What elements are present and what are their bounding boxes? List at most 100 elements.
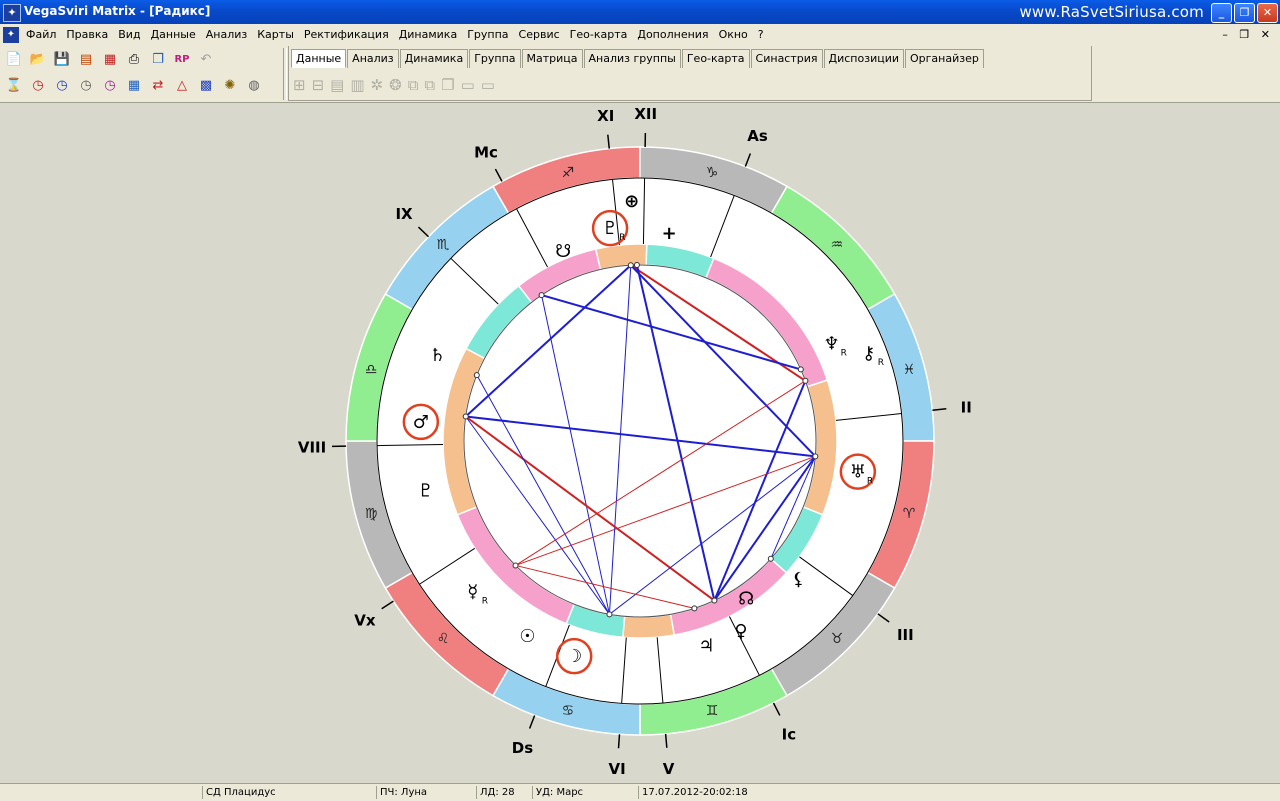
- mdi-controls[interactable]: – ❐ ✕: [1222, 28, 1274, 41]
- list-doc-icon[interactable]: ▥: [350, 76, 364, 94]
- zodiac-glyph-0: ♐: [562, 165, 575, 181]
- gear-add-icon[interactable]: ✲: [371, 76, 384, 94]
- house-label-11: Mc: [474, 143, 498, 161]
- planet-glyph-13: ♇: [418, 480, 434, 501]
- undo-icon[interactable]: ↶: [196, 49, 216, 69]
- close-button[interactable]: ✕: [1257, 3, 1278, 23]
- rectangle-icon[interactable]: ▭: [481, 76, 495, 94]
- menu-item-13[interactable]: ?: [758, 28, 764, 41]
- tab-6[interactable]: Гео-карта: [682, 49, 750, 68]
- house-tick-8: [382, 601, 394, 609]
- menu-item-4[interactable]: Анализ: [206, 28, 248, 41]
- toolbar-row-2: ⌛ ◷ ◷ ◷ ◷ ▦ ⇄ △ ▩ ✺ ◍: [4, 75, 264, 95]
- house-tick-12: [608, 135, 609, 149]
- remove-object-icon[interactable]: ⊟: [312, 76, 325, 94]
- tab-9[interactable]: Органайзер: [905, 49, 984, 68]
- menu-item-8[interactable]: Группа: [467, 28, 508, 41]
- copy-icon[interactable]: ❐: [148, 49, 168, 69]
- planet-glyph-4: ⚷: [862, 343, 875, 364]
- globe-icon[interactable]: ◍: [244, 75, 264, 95]
- tab-7[interactable]: Синастрия: [751, 49, 823, 68]
- menu-item-12[interactable]: Окно: [719, 28, 748, 41]
- planet-retro-5: R: [867, 477, 873, 487]
- clock-gray-icon[interactable]: ◷: [76, 75, 96, 95]
- new-file-icon[interactable]: 📄: [4, 49, 24, 69]
- planet-glyph-12: ☿: [467, 582, 478, 603]
- site-url: www.RaSvetSiriusa.com: [1019, 3, 1204, 21]
- menu-item-11[interactable]: Дополнения: [637, 28, 708, 41]
- house-tick-3: [878, 614, 889, 622]
- document-red-icon[interactable]: ▦: [100, 49, 120, 69]
- planet-glyph-16: ☋: [555, 241, 571, 262]
- clock-red-icon[interactable]: ◷: [28, 75, 48, 95]
- status-pch: ПЧ: Луна: [376, 786, 476, 799]
- house-tick-11: [495, 169, 502, 181]
- menu-item-9[interactable]: Сервис: [519, 28, 560, 41]
- add-object-icon[interactable]: ⊞: [293, 76, 306, 94]
- planet-glyph-6: ♀: [734, 621, 747, 642]
- document-icon[interactable]: ▤: [76, 49, 96, 69]
- clock-blue-icon[interactable]: ◷: [52, 75, 72, 95]
- swap-icon[interactable]: ⇄: [148, 75, 168, 95]
- gear-icon[interactable]: ✺: [220, 75, 240, 95]
- tab-1[interactable]: Анализ: [347, 49, 399, 68]
- restore-button[interactable]: ❐: [1234, 3, 1255, 23]
- menu-item-10[interactable]: Гео-карта: [570, 28, 628, 41]
- print-icon[interactable]: ⎙: [124, 49, 144, 69]
- menu-item-0[interactable]: Файл: [26, 28, 56, 41]
- tab-3[interactable]: Группа: [469, 49, 520, 68]
- menu-item-2[interactable]: Вид: [118, 28, 140, 41]
- natal-chart[interactable]: XIIAsIIIIIIcVVIDsVxVIIIIXMcXI ♐♑♒♓♈♉♊♋♌♍…: [0, 102, 1280, 783]
- window-copy-icon[interactable]: ❐: [441, 76, 454, 94]
- document-window-icon[interactable]: ✦: [3, 27, 19, 43]
- menu-item-1[interactable]: Правка: [66, 28, 108, 41]
- edit-doc-icon[interactable]: ▤: [330, 76, 344, 94]
- tab-4[interactable]: Матрица: [522, 49, 583, 68]
- clock-purple-icon[interactable]: ◷: [100, 75, 120, 95]
- grid-icon[interactable]: ▦: [124, 75, 144, 95]
- aspect-point-4: [607, 612, 612, 617]
- open-folder-icon[interactable]: 📂: [28, 49, 48, 69]
- minimize-button[interactable]: _: [1211, 3, 1232, 23]
- shapes-icon[interactable]: △: [172, 75, 192, 95]
- menu-items: Файл Правка Вид Данные Анализ Карты Ректификац…: [20, 28, 768, 41]
- planet-glyph-15: ♄: [429, 345, 445, 366]
- tab-0[interactable]: Данные: [291, 49, 346, 68]
- group-icon[interactable]: ⧉: [408, 76, 419, 94]
- rp-icon[interactable]: RP: [172, 49, 192, 69]
- tab-8[interactable]: Диспозиции: [824, 49, 905, 68]
- tab-5[interactable]: Анализ группы: [584, 49, 681, 68]
- group-copy-icon[interactable]: ⧉: [424, 76, 435, 94]
- planet-glyph-7: ♃: [698, 635, 714, 656]
- zodiac-glyph-4: ♈: [903, 506, 916, 522]
- house-label-10: IX: [395, 205, 413, 223]
- aspect-point-8: [798, 367, 803, 372]
- gear-multi-icon[interactable]: ❂: [389, 76, 402, 94]
- small-minus-icon[interactable]: ▭: [461, 76, 475, 94]
- house-label-6: VI: [609, 760, 626, 778]
- hourglass-icon[interactable]: ⌛: [4, 75, 24, 95]
- aspect-point-1: [803, 378, 808, 383]
- menu-item-3[interactable]: Данные: [151, 28, 196, 41]
- house-tick-5: [666, 734, 667, 748]
- matrix-icon[interactable]: ▩: [196, 75, 216, 95]
- house-label-7: Ds: [512, 739, 533, 757]
- toolbar-row-1: 📄 📂 💾 ▤ ▦ ⎙ ❐ RP ↶: [4, 49, 216, 69]
- house-label-12: XI: [597, 107, 614, 125]
- menu-item-7[interactable]: Динамика: [399, 28, 458, 41]
- planet-glyph-2: +: [662, 223, 677, 244]
- app-icon[interactable]: ✦: [3, 4, 21, 22]
- tab-toolbar-icons: ⊞ ⊟ ▤ ▥ ✲ ❂ ⧉ ⧉ ❐ ▭ ▭: [293, 76, 495, 94]
- status-empty: [0, 786, 199, 799]
- house-label-8: Vx: [354, 612, 376, 630]
- planet-glyph-9: ⚸: [792, 569, 805, 590]
- tab-2[interactable]: Динамика: [400, 49, 469, 68]
- menu-item-5[interactable]: Карты: [257, 28, 294, 41]
- tab-strip: ДанныеАнализДинамикаГруппаМатрицаАнализ …: [291, 49, 985, 68]
- aspect-point-10: [513, 563, 518, 568]
- save-icon[interactable]: 💾: [52, 49, 72, 69]
- menu-item-6[interactable]: Ректификация: [304, 28, 389, 41]
- house-tick-4: [773, 703, 779, 715]
- planet-retro-0: R: [619, 233, 625, 243]
- house-label-3: III: [897, 626, 914, 644]
